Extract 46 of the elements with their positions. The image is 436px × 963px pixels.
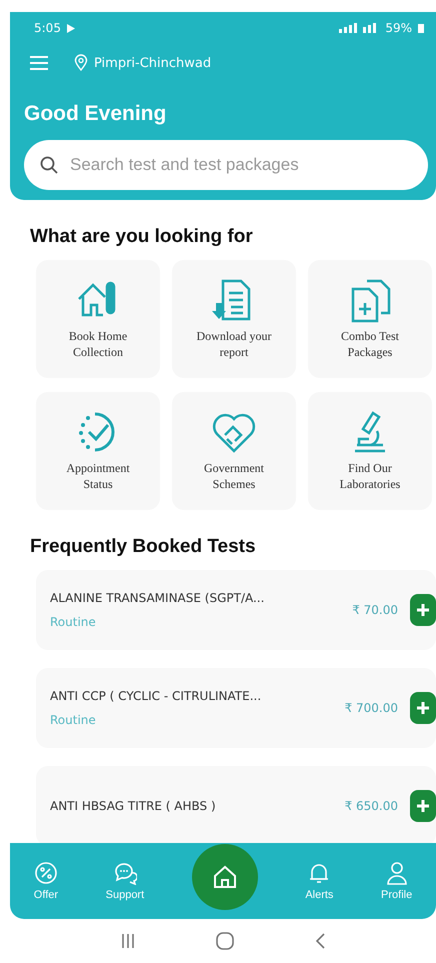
test-card[interactable]: ANTI CCP ( CYCLIC - CITRULINATE... Routine ₹ 700.00 xyxy=(36,668,436,748)
location-pin-icon xyxy=(74,54,88,72)
menu-icon[interactable] xyxy=(30,56,48,70)
battery-level: 59% xyxy=(385,21,412,35)
service-tile[interactable]: Appointment Status xyxy=(36,392,160,510)
test-card[interactable]: ALANINE TRANSAMINASE (SGPT/A... Routine ₹ 70.00 xyxy=(36,570,436,650)
test-price: ₹ 70.00 xyxy=(352,603,398,617)
service-label: Book Home Collection xyxy=(68,329,128,361)
recent-apps-icon[interactable] xyxy=(120,933,135,949)
add-button[interactable] xyxy=(410,692,436,724)
status-time: 5:05 xyxy=(34,21,61,35)
test-name: ANTI HBSAG TITRE ( AHBS ) xyxy=(50,799,217,813)
test-card[interactable]: ANTI HBSAG TITRE ( AHBS ) ₹ 650.00 xyxy=(36,766,436,846)
plus-icon xyxy=(416,603,430,617)
search-icon xyxy=(40,156,58,174)
greeting: Good Evening xyxy=(23,101,168,126)
test-price: ₹ 700.00 xyxy=(344,701,398,715)
test-name: ANTI CCP ( CYCLIC - CITRULINATE... xyxy=(50,689,262,703)
add-button[interactable] xyxy=(410,790,436,822)
test-category: Routine xyxy=(50,713,97,727)
back-icon[interactable] xyxy=(315,933,326,949)
service-tile[interactable]: Find Our Laboratories xyxy=(308,392,432,510)
search-field[interactable]: Search test and test packages xyxy=(24,140,428,190)
chat-icon xyxy=(112,861,137,885)
service-tile[interactable]: Book Home Collection xyxy=(36,260,160,378)
test-price: ₹ 650.00 xyxy=(344,799,398,813)
service-label: Combo Test Packages xyxy=(340,329,400,361)
service-label: Download your report xyxy=(196,329,272,361)
service-tile[interactable]: Download your report xyxy=(172,260,296,378)
add-button[interactable] xyxy=(410,594,436,626)
test-name: ALANINE TRANSAMINASE (SGPT/A... xyxy=(50,591,266,605)
plus-icon xyxy=(416,799,430,813)
profile-icon xyxy=(384,861,409,885)
section-title: Frequently Booked Tests xyxy=(29,535,257,559)
service-label: Government Schemes xyxy=(203,461,265,493)
service-tile[interactable]: Government Schemes xyxy=(172,392,296,510)
test-category: Routine xyxy=(50,615,97,629)
section-title: What are you looking for xyxy=(29,225,254,249)
discount-icon xyxy=(34,861,58,885)
service-tile[interactable]: Combo Test Packages xyxy=(308,260,432,378)
plus-icon xyxy=(416,701,430,715)
service-label: Appointment Status xyxy=(65,461,131,493)
service-label: Find Our Laboratories xyxy=(338,461,402,493)
play-icon xyxy=(66,24,75,32)
home-icon xyxy=(212,864,238,890)
battery-icon xyxy=(418,23,424,33)
